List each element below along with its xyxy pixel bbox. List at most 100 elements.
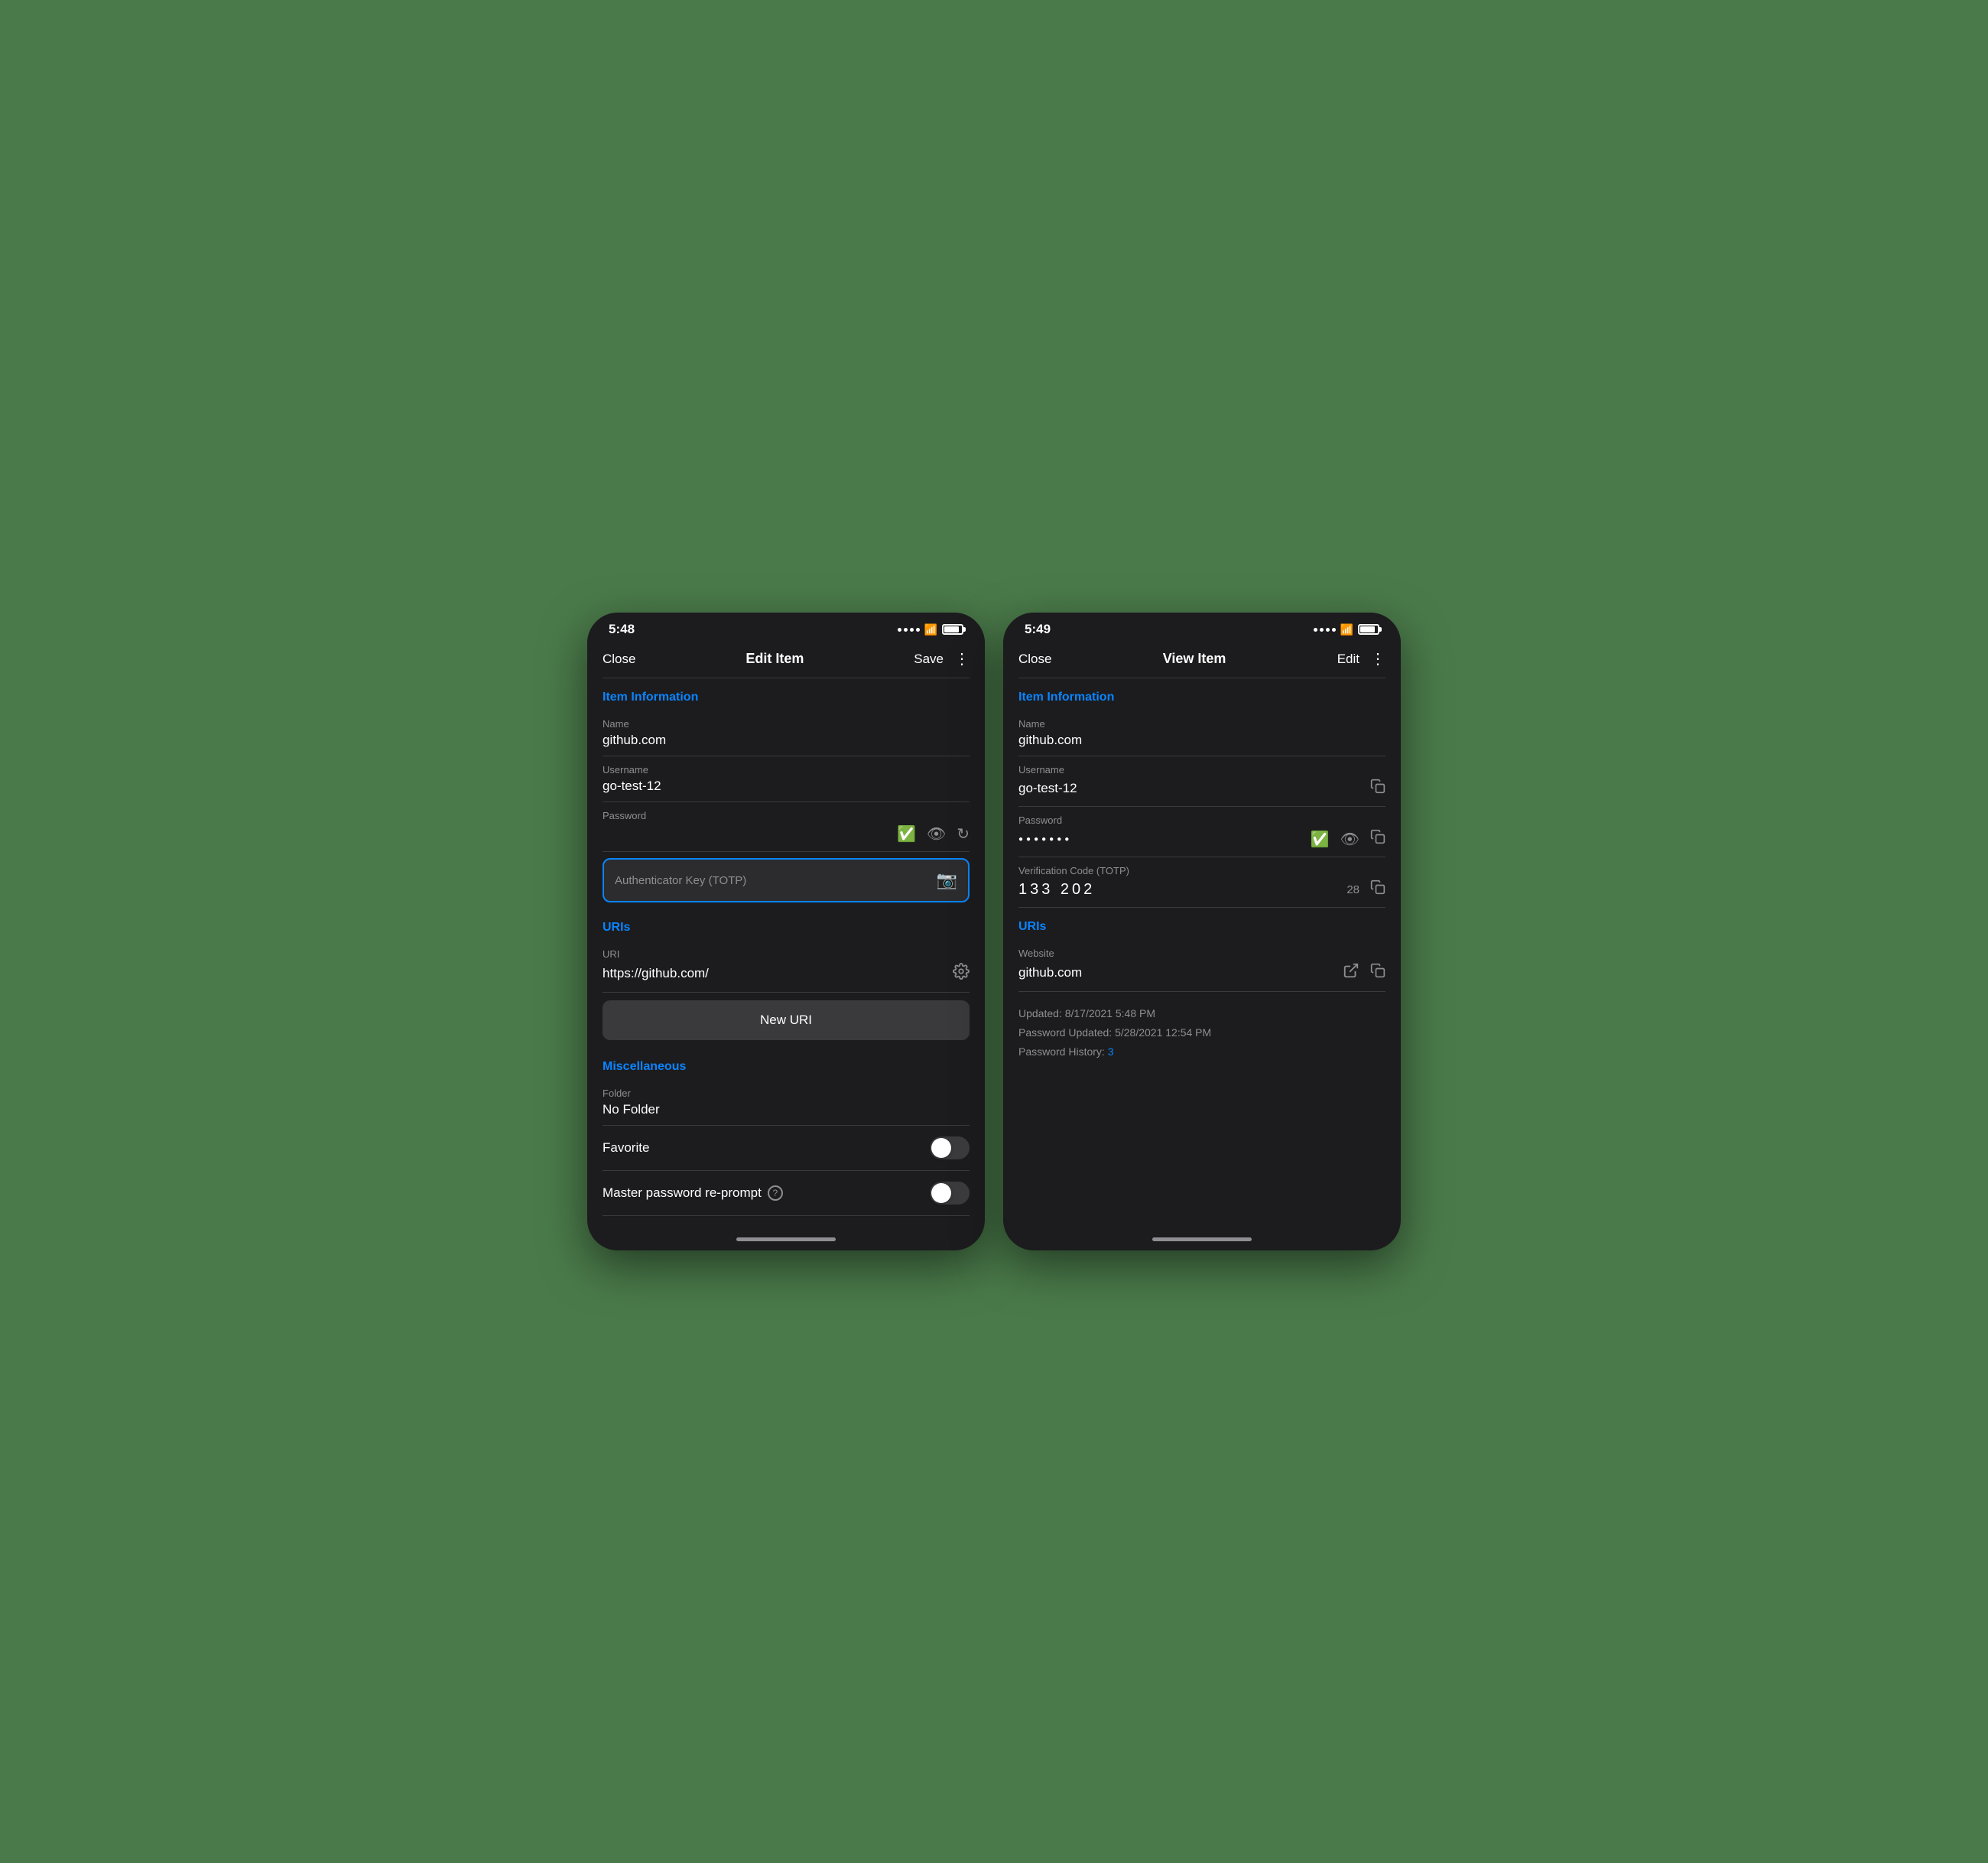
left-bottom-spacer <box>603 1216 970 1231</box>
left-totp-camera-icon[interactable]: 📷 <box>937 870 957 890</box>
right-pw-history-label: Password History: <box>1018 1045 1105 1058</box>
right-pw-history-row: Password History: 3 <box>1018 1042 1385 1062</box>
left-misc-header: Miscellaneous <box>603 1048 970 1080</box>
dot4 <box>916 628 920 632</box>
right-password-field: Password ●●●●●●● ✅ 👁 <box>1018 807 1385 857</box>
left-totp-field[interactable]: Authenticator Key (TOTP) 📷 <box>603 858 970 902</box>
battery-fill <box>944 626 959 632</box>
left-master-prompt-toggle[interactable] <box>930 1182 970 1205</box>
right-uris-header: URIs <box>1018 908 1385 940</box>
left-uri-field: URI https://github.com/ <box>603 941 970 993</box>
left-favorite-label: Favorite <box>603 1140 649 1156</box>
right-phone: 5:49 📶 Close View Item Edit ⋮ <box>1003 613 1401 1250</box>
right-website-icons <box>1343 962 1385 984</box>
right-dot3 <box>1326 628 1330 632</box>
right-username-label: Username <box>1018 764 1385 775</box>
right-website-copy-icon[interactable] <box>1370 963 1385 983</box>
right-totp-row: 133 202 28 <box>1018 879 1385 899</box>
left-nav-title: Edit Item <box>746 651 804 667</box>
right-totp-copy-icon[interactable] <box>1370 879 1385 899</box>
left-uri-settings-icon[interactable] <box>953 963 970 984</box>
right-status-bar: 5:49 📶 <box>1003 613 1401 643</box>
left-time: 5:48 <box>609 622 635 637</box>
left-close-button[interactable]: Close <box>603 652 635 667</box>
right-totp-label: Verification Code (TOTP) <box>1018 865 1385 876</box>
left-master-prompt-row: Master password re-prompt ? <box>603 1171 970 1216</box>
right-website-field: Website github.com <box>1018 940 1385 992</box>
right-password-icons: ✅ 👁 <box>1311 829 1385 849</box>
right-name-value: github.com <box>1018 733 1385 748</box>
left-password-icons: ✅ 👁 ↻ <box>897 824 970 844</box>
right-password-eye-icon[interactable]: 👁 <box>1340 830 1359 849</box>
left-totp-label: Authenticator Key (TOTP) <box>615 874 746 887</box>
left-more-button[interactable]: ⋮ <box>954 649 970 668</box>
left-nav-bar: Close Edit Item Save ⋮ <box>587 643 985 678</box>
left-new-uri-button[interactable]: New URI <box>603 1000 970 1040</box>
right-totp-icons: 28 <box>1346 879 1385 899</box>
left-favorite-row: Favorite <box>603 1126 970 1171</box>
wifi-icon: 📶 <box>924 623 937 636</box>
right-website-launch-icon[interactable] <box>1343 962 1359 984</box>
right-pw-updated-text: Password Updated: 5/28/2021 12:54 PM <box>1018 1023 1385 1042</box>
right-wifi-icon: 📶 <box>1340 623 1353 636</box>
left-uris-header: URIs <box>603 909 970 941</box>
left-username-value[interactable]: go-test-12 <box>603 779 970 794</box>
left-name-value[interactable]: github.com <box>603 733 970 748</box>
left-master-prompt-help-icon[interactable]: ? <box>768 1185 783 1201</box>
right-name-field: Name github.com <box>1018 710 1385 756</box>
dot1 <box>898 628 901 632</box>
left-folder-value[interactable]: No Folder <box>603 1102 970 1117</box>
left-password-row: ✅ 👁 ↻ <box>603 824 970 844</box>
left-uri-label: URI <box>603 948 970 960</box>
right-updated-text: Updated: 8/17/2021 5:48 PM <box>1018 1004 1385 1023</box>
left-password-label: Password <box>603 810 970 821</box>
right-battery-icon <box>1358 624 1379 635</box>
right-website-value: github.com <box>1018 965 1343 980</box>
left-phone: 5:48 📶 Close Edit Item Save ⋮ <box>587 613 985 1250</box>
right-password-copy-icon[interactable] <box>1370 829 1385 849</box>
left-username-label: Username <box>603 764 970 775</box>
left-name-field: Name github.com <box>603 710 970 756</box>
right-edit-button[interactable]: Edit <box>1337 652 1359 667</box>
right-signal-dots <box>1314 628 1336 632</box>
right-nav-bar: Close View Item Edit ⋮ <box>1003 643 1401 678</box>
left-favorite-toggle-thumb <box>931 1138 951 1158</box>
right-totp-countdown: 28 <box>1346 883 1359 896</box>
dot3 <box>910 628 914 632</box>
right-more-button[interactable]: ⋮ <box>1370 649 1385 668</box>
right-totp-field: Verification Code (TOTP) 133 202 28 <box>1018 857 1385 908</box>
left-password-eye-icon[interactable]: 👁 <box>927 824 946 844</box>
right-scroll-content: Item Information Name github.com Usernam… <box>1003 678 1401 1231</box>
right-password-row: ●●●●●●● ✅ 👁 <box>1018 829 1385 849</box>
right-username-copy-icon[interactable] <box>1370 779 1385 798</box>
right-home-bar <box>1152 1237 1252 1241</box>
left-nav-actions: Save ⋮ <box>914 649 970 668</box>
left-password-field: Password ✅ 👁 ↻ <box>603 802 970 852</box>
left-folder-label: Folder <box>603 1088 970 1099</box>
right-dot2 <box>1320 628 1324 632</box>
right-username-icons <box>1370 779 1385 798</box>
right-nav-title: View Item <box>1163 651 1226 667</box>
left-folder-field: Folder No Folder <box>603 1080 970 1126</box>
right-password-check-icon[interactable]: ✅ <box>1311 830 1330 849</box>
right-website-row: github.com <box>1018 962 1385 984</box>
right-bottom-spacer <box>1018 1075 1385 1090</box>
left-favorite-toggle[interactable] <box>930 1136 970 1159</box>
right-item-info-header: Item Information <box>1018 678 1385 710</box>
right-pw-history-count[interactable]: 3 <box>1108 1045 1114 1058</box>
right-nav-actions: Edit ⋮ <box>1337 649 1385 668</box>
left-password-check-icon[interactable]: ✅ <box>897 824 916 844</box>
left-uri-value[interactable]: https://github.com/ <box>603 966 953 981</box>
right-dot1 <box>1314 628 1317 632</box>
left-password-refresh-icon[interactable]: ↻ <box>957 824 970 844</box>
left-home-bar <box>736 1237 836 1241</box>
right-close-button[interactable]: Close <box>1018 652 1051 667</box>
right-name-label: Name <box>1018 718 1385 730</box>
left-name-label: Name <box>603 718 970 730</box>
left-username-field: Username go-test-12 <box>603 756 970 802</box>
right-username-field: Username go-test-12 <box>1018 756 1385 807</box>
left-scroll-content: Item Information Name github.com Usernam… <box>587 678 985 1231</box>
left-home-indicator <box>587 1231 985 1250</box>
left-save-button[interactable]: Save <box>914 652 944 667</box>
left-status-bar: 5:48 📶 <box>587 613 985 643</box>
